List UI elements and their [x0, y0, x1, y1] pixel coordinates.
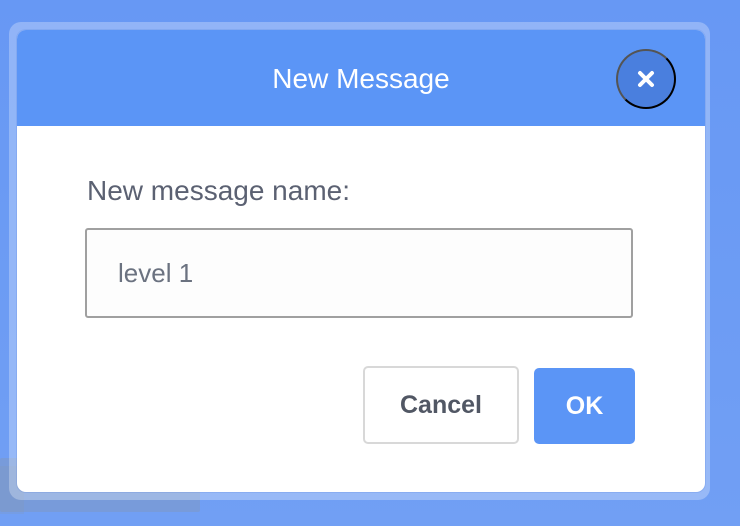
cancel-button[interactable]: Cancel	[363, 366, 519, 444]
dialog-title: New Message	[272, 63, 450, 94]
message-name-label: New message name:	[87, 175, 351, 206]
dialog-header: New Message	[17, 30, 705, 126]
close-button[interactable]	[616, 49, 676, 109]
close-icon	[636, 69, 656, 89]
ok-button[interactable]: OK	[534, 368, 635, 444]
message-name-input[interactable]	[85, 228, 633, 318]
new-message-dialog: New Message New message name: Cancel OK	[17, 30, 705, 492]
